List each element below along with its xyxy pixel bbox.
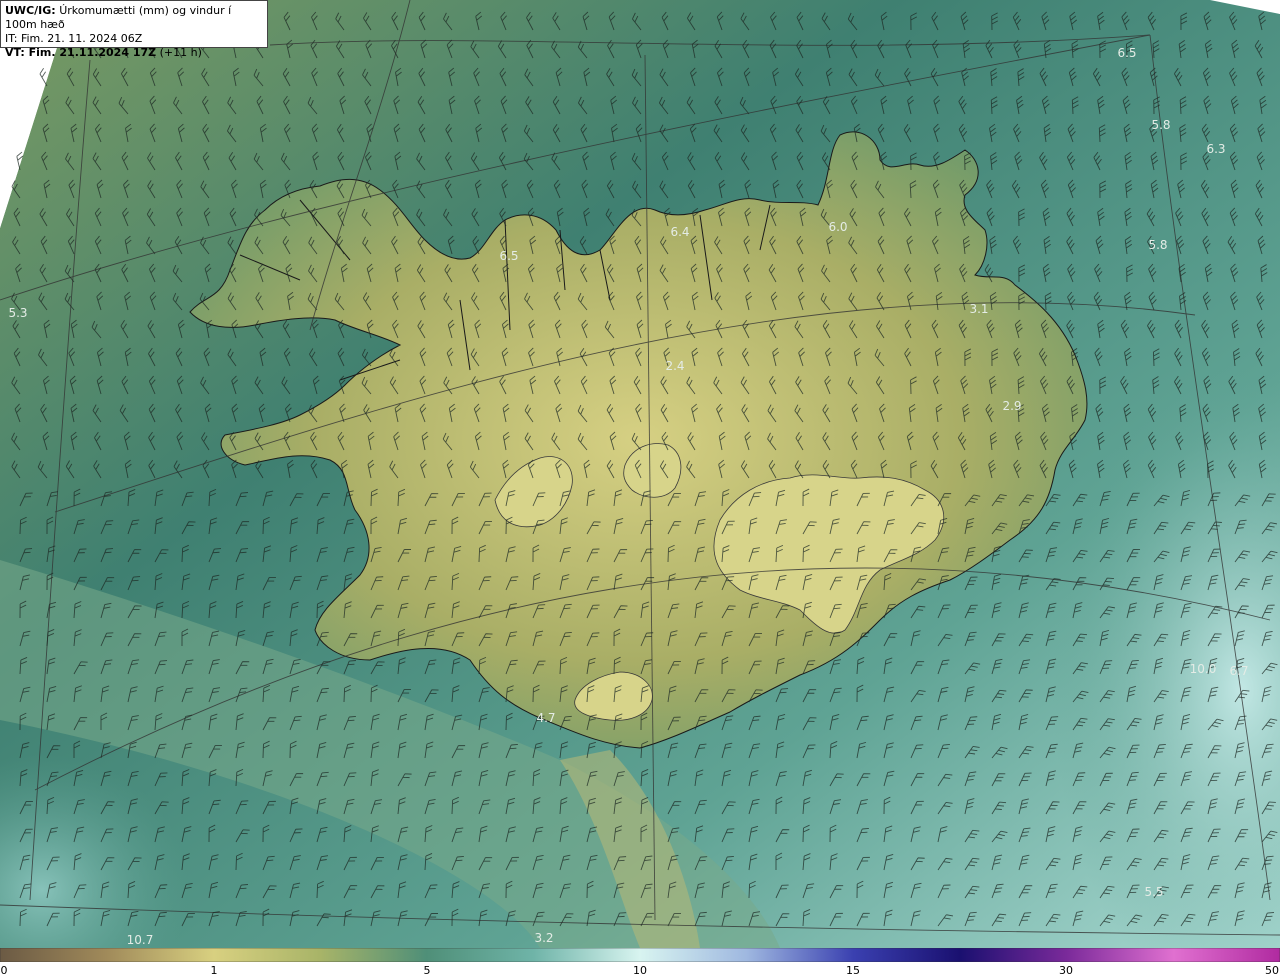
precip-label: 6.3	[1206, 142, 1225, 156]
colorbar-tick-label: 5	[423, 964, 431, 977]
precip-label: 6.4	[670, 225, 689, 239]
precip-label: 6.5	[499, 249, 518, 263]
precip-label: 2.9	[1002, 399, 1021, 413]
colorbar-tick-label: 30	[1059, 964, 1073, 977]
precip-label: 10.0	[1190, 662, 1217, 676]
precip-label: 10.7	[127, 933, 154, 947]
precip-label: 6.5	[1117, 46, 1136, 60]
precip-label: 4.7	[536, 711, 555, 725]
precip-label: 2.4	[665, 359, 684, 373]
colorbar-strip	[0, 948, 1280, 962]
precip-colorbar: 0 1 5 10 15 30 50	[0, 948, 1280, 978]
valid-time: VT: Fim. 21.11.2024 17Z	[5, 46, 157, 59]
colorbar-tick-label: 1	[210, 964, 218, 977]
map-legend-box: UWC/IG: Úrkomumætti (mm) og vindur í 100…	[0, 0, 268, 59]
precip-label: 5.3	[8, 306, 27, 320]
colorbar-tick-label: 50	[1265, 964, 1279, 977]
precip-label: 5.8	[1148, 238, 1167, 252]
precip-label: 6.0	[828, 220, 847, 234]
precip-label: 3.2	[534, 931, 553, 945]
colorbar-tick-label: 15	[846, 964, 860, 977]
issue-time: IT: Fim. 21. 11. 2024 06Z	[5, 32, 143, 45]
colorbar-tick-label: 10	[633, 964, 647, 977]
precip-label: 5.5	[1144, 885, 1163, 899]
source-label: UWC/IG:	[5, 4, 56, 17]
precipitation-wind-map[interactable]: 6.5 5.8 6.3 6.4 6.0 6.5 5.8 5.3 3.1 2.4 2.9 4.7 6.7 1…	[0, 0, 1280, 948]
precip-label: 5.8	[1151, 118, 1170, 132]
forecast-offset: (+11 h)	[159, 46, 202, 59]
precip-label: 3.1	[969, 302, 988, 316]
colorbar-tick-label: 0	[0, 964, 8, 977]
precip-label: 6.7	[1229, 664, 1248, 678]
